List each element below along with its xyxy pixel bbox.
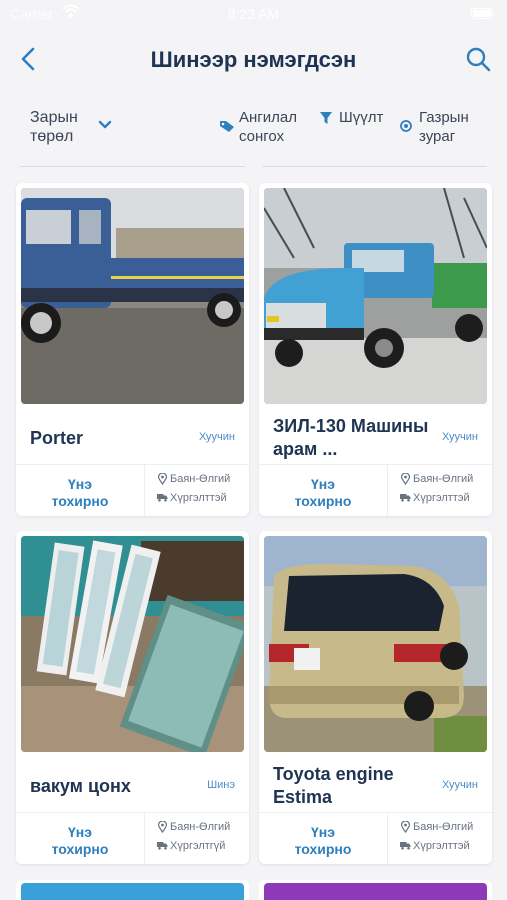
location-pin-icon: [401, 821, 410, 833]
delivery-text: Хүргэлттэй: [413, 840, 470, 852]
price-line-1: Үнэ: [311, 824, 335, 840]
listing-photo[interactable]: [264, 188, 487, 404]
truck-icon: [400, 494, 411, 502]
condition-badge: Хуучин: [441, 431, 478, 443]
truck-icon: [157, 494, 168, 502]
delivery-text: Хүргэлтгүй: [170, 840, 226, 852]
chevron-down-icon: [98, 120, 112, 129]
clock: 8:23 AM: [227, 6, 280, 22]
listing-card[interactable]: [259, 880, 492, 900]
location-text: Баян-Өлгий: [170, 473, 231, 485]
category-button[interactable]: Ангилал сонгох: [219, 108, 297, 146]
tag-icon: [220, 121, 234, 132]
listing-photo[interactable]: [264, 536, 487, 752]
price-line-1: Үнэ: [311, 476, 335, 492]
nav-bar: Шинээр нэмэгдсэн: [0, 34, 507, 86]
divider: [259, 464, 492, 465]
listing-title: Toyota engine Estima: [273, 764, 394, 807]
condition-badge: Хуучин: [441, 779, 478, 791]
price-line-1: Үнэ: [68, 824, 92, 840]
divider: [259, 812, 492, 813]
battery-icon: [471, 8, 493, 19]
listing-photo[interactable]: [21, 536, 244, 752]
divider: [387, 465, 388, 516]
divider: [20, 166, 245, 167]
listing-photo[interactable]: [21, 188, 244, 404]
listing-title: Porter: [30, 427, 84, 448]
price-label: Үнэ тохирно: [16, 476, 144, 510]
listing-card[interactable]: вакум цонх Шинэ Үнэ тохирно Баян-Өлгий Х…: [16, 531, 249, 864]
delivery-text: Хүргэлттэй: [413, 492, 470, 504]
price-label: Үнэ тохирно: [259, 824, 387, 858]
divider: [144, 465, 145, 516]
filter-button[interactable]: Шүүлт: [319, 108, 383, 127]
location-text: Баян-Өлгий: [170, 821, 231, 833]
page-title: Шинээр нэмэгдсэн: [150, 47, 357, 72]
search-icon[interactable]: [463, 44, 493, 74]
listing-title: вакум цонх: [30, 775, 131, 796]
listing-card[interactable]: Toyota engine Estima Хуучин Үнэ тохирно …: [259, 531, 492, 864]
truck-icon: [400, 842, 411, 850]
listing-photo[interactable]: [264, 883, 487, 900]
map-button[interactable]: Газрын зураг: [399, 108, 469, 146]
funnel-icon: [320, 112, 332, 124]
listing-title: ЗИЛ-130 Машины арам ...: [273, 416, 429, 459]
divider: [262, 166, 487, 167]
listing-card[interactable]: [16, 880, 249, 900]
listing-photo[interactable]: [21, 883, 244, 900]
price-label: Үнэ тохирно: [259, 476, 387, 510]
location-pin-icon: [158, 473, 167, 485]
price-line-2: тохирно: [294, 841, 352, 857]
location-text: Баян-Өлгий: [413, 473, 474, 485]
divider: [16, 464, 249, 465]
location-pin-icon: [401, 473, 410, 485]
divider: [387, 813, 388, 864]
price-line-2: тохирно: [294, 493, 352, 509]
condition-badge: Шинэ: [207, 779, 235, 791]
status-bar: Carrier 8:23 AM: [0, 0, 507, 28]
location-pin-icon: [158, 821, 167, 833]
listing-type-dropdown[interactable]: Зарын төрөл: [30, 108, 120, 146]
truck-icon: [157, 842, 168, 850]
delivery-text: Хүргэлттэй: [170, 492, 227, 504]
divider: [144, 813, 145, 864]
price-line-1: Үнэ: [68, 476, 92, 492]
price-label: Үнэ тохирно: [16, 824, 144, 858]
divider: [16, 812, 249, 813]
filter-bar: Зарын төрөл Ангилал сонгох Шүүлт Газрын …: [0, 100, 507, 160]
price-line-2: тохирно: [51, 841, 109, 857]
condition-badge: Хуучин: [198, 431, 235, 443]
listing-card[interactable]: ЗИЛ-130 Машины арам ... Хуучин Үнэ тохир…: [259, 183, 492, 516]
listing-card[interactable]: Porter Хуучин Үнэ тохирно Баян-Өлгий Хүр…: [16, 183, 249, 516]
price-line-2: тохирно: [51, 493, 109, 509]
location-target-icon: [400, 120, 412, 132]
location-text: Баян-Өлгий: [413, 821, 474, 833]
